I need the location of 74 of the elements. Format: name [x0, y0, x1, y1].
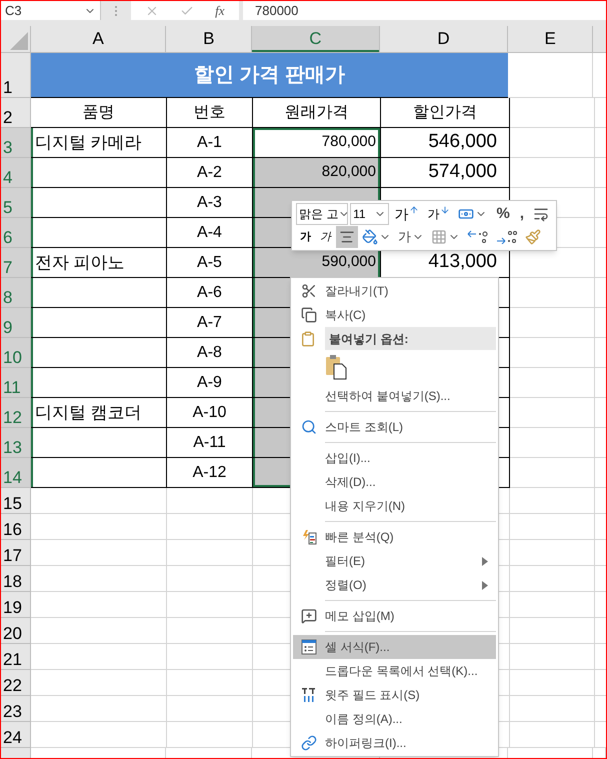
column-header[interactable]: C: [252, 26, 380, 52]
paint-bucket-icon: [362, 229, 378, 245]
italic-button[interactable]: 가: [316, 226, 335, 248]
insert-function-button[interactable]: fx: [215, 1, 225, 20]
row-header[interactable]: 1: [1, 53, 31, 98]
name-box[interactable]: C3: [1, 1, 101, 20]
copy-icon: [301, 307, 317, 323]
comment-icon: [301, 608, 317, 624]
percent-button[interactable]: %: [492, 203, 514, 225]
table-cell: 820,000: [253, 158, 381, 188]
align-center-icon: [339, 229, 355, 245]
clipboard-icon: [300, 330, 316, 346]
comma-button[interactable]: ,: [516, 203, 528, 225]
up-arrow-icon: [409, 205, 420, 215]
row-header[interactable]: 24: [1, 722, 31, 748]
row-header[interactable]: 2: [1, 98, 31, 128]
table-cell: 574,000: [381, 158, 510, 188]
phonetic-guide-icon: [301, 687, 317, 703]
paintbrush-icon: [525, 229, 541, 245]
center-align-button[interactable]: [336, 226, 358, 248]
row-header[interactable]: 6: [1, 218, 31, 248]
row-header[interactable]: 7: [1, 248, 31, 278]
table-cell: 번호: [167, 98, 253, 128]
row-header[interactable]: 8: [1, 278, 31, 308]
row-header[interactable]: 15: [1, 488, 31, 514]
table-cell: 546,000: [381, 128, 510, 158]
row-header[interactable]: 12: [1, 398, 31, 428]
font-size-field[interactable]: 11: [350, 203, 390, 225]
search-icon: [301, 419, 317, 435]
decrease-decimal-icon: [496, 230, 518, 244]
grip-icon: [113, 4, 119, 18]
down-arrow-icon: [440, 205, 450, 215]
bold-button[interactable]: 가: [296, 226, 315, 248]
increase-decimal-icon: [467, 230, 489, 244]
grid-icon: [431, 229, 447, 245]
shrink-font-button[interactable]: 가: [424, 203, 454, 225]
quick-analysis-icon: [301, 529, 317, 545]
font-name-field[interactable]: 맑은 고: [296, 203, 348, 225]
row-header[interactable]: 10: [1, 338, 31, 368]
row-header[interactable]: 4: [1, 158, 31, 188]
row-header[interactable]: 5: [1, 188, 31, 218]
row-header[interactable]: 21: [1, 644, 31, 670]
title-cell: 할인 가격 판매가: [31, 53, 508, 98]
row-header[interactable]: 20: [1, 618, 31, 644]
row-header[interactable]: 19: [1, 592, 31, 618]
menu-item[interactable]: 셀 서식(F)...: [293, 635, 496, 659]
table-cell: 디지털 카메라: [31, 128, 167, 158]
table-cell: 할인가격: [381, 98, 510, 128]
table-cell: 전자 피아노: [31, 248, 167, 278]
table-cell: 디지털 캠코더: [31, 398, 167, 428]
format-cells-icon: [301, 639, 317, 655]
hyperlink-icon: [301, 735, 317, 751]
row-header[interactable]: 18: [1, 566, 31, 592]
row-header[interactable]: 13: [1, 428, 31, 458]
triangle-icon: [8, 30, 28, 50]
column-header[interactable]: D: [380, 26, 508, 52]
scissors-icon: [301, 283, 317, 299]
table-cell: 590,000: [253, 248, 381, 278]
grow-font-button[interactable]: 가: [391, 203, 422, 225]
row-header[interactable]: 9: [1, 308, 31, 338]
row-header[interactable]: 14: [1, 458, 31, 488]
paste-option-icon[interactable]: [325, 354, 347, 380]
row-header[interactable]: 22: [1, 670, 31, 696]
row-header[interactable]: 23: [1, 696, 31, 722]
row-header[interactable]: 16: [1, 514, 31, 540]
table-cell: 780,000: [253, 128, 381, 158]
row-header[interactable]: 11: [1, 368, 31, 398]
formula-field[interactable]: 780000: [243, 1, 606, 20]
table-cell: 품명: [31, 98, 167, 128]
row-header[interactable]: 17: [1, 540, 31, 566]
font-color-button[interactable]: 가: [395, 226, 427, 248]
wrap-text-icon: [533, 206, 549, 222]
menu-section-header: 붙여넣기 옵션:: [325, 327, 496, 350]
row-header[interactable]: 3: [1, 128, 31, 158]
